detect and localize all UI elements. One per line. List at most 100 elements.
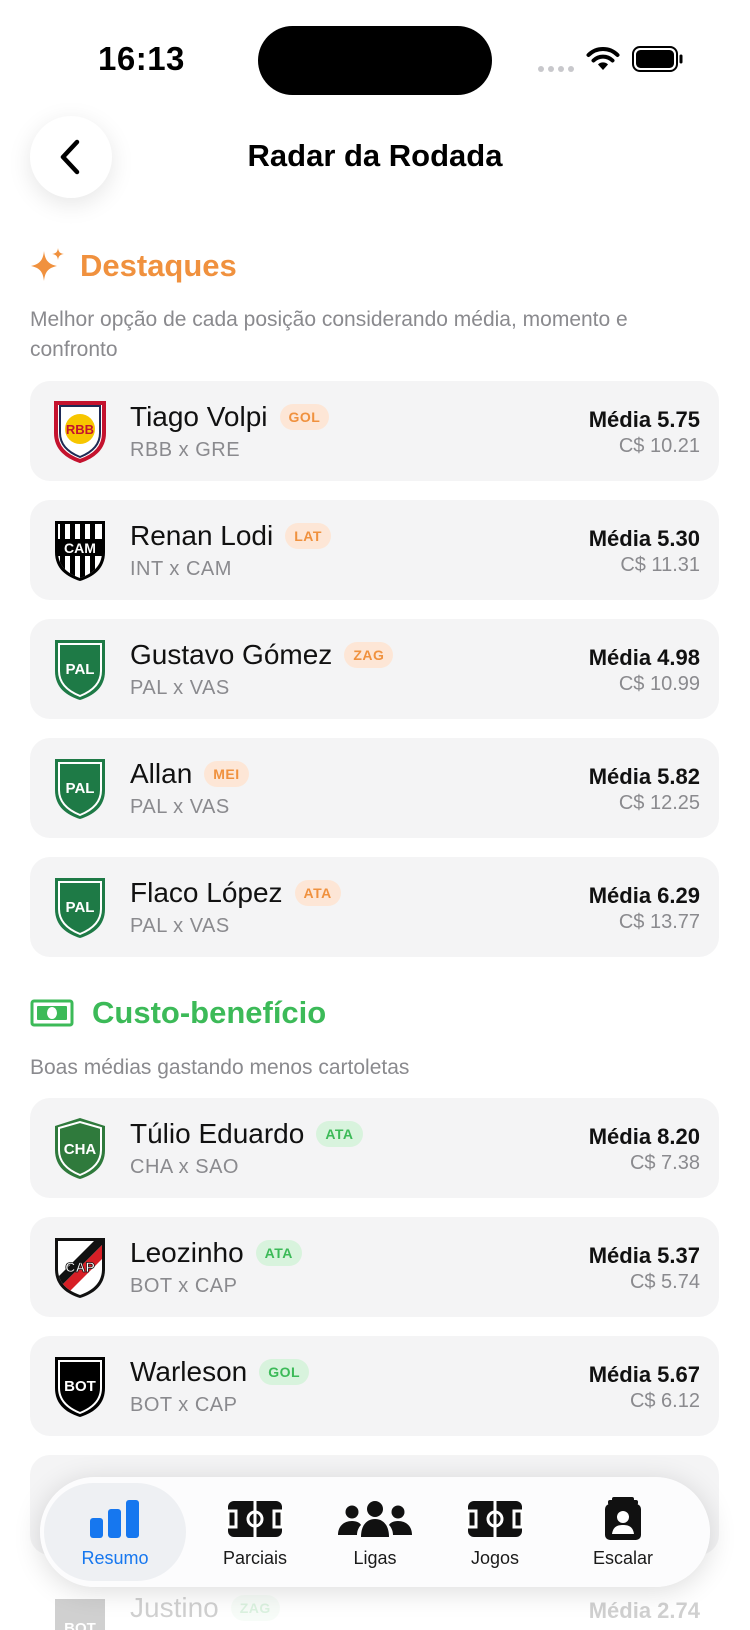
dynamic-island — [258, 26, 492, 95]
position-badge: GOL — [279, 404, 330, 430]
player-card[interactable]: CAP Leozinho ATA BOT x CAP Média 5.37 C$… — [30, 1217, 719, 1317]
field-icon — [226, 1500, 284, 1537]
player-name: Justino — [130, 1592, 219, 1623]
battery-icon — [632, 46, 683, 72]
svg-text:PAL: PAL — [66, 780, 95, 797]
wifi-icon — [586, 47, 620, 70]
team-crest-cap: CAP — [55, 1238, 105, 1298]
player-media: Média 5.67 — [588, 1362, 700, 1387]
tab-resumo[interactable]: Resumo — [44, 1483, 186, 1581]
custo-header: Custo-benefício — [30, 995, 326, 1031]
svg-text:CAM: CAM — [64, 540, 96, 556]
svg-text:RBB: RBB — [66, 422, 94, 437]
player-name: Gustavo Gómez — [130, 639, 333, 670]
player-name: Allan — [130, 758, 193, 789]
player-price: C$ 10.21 — [618, 435, 700, 457]
player-media: Média 8.20 — [588, 1124, 700, 1149]
team-crest-cam: CAM — [55, 521, 105, 581]
player-media: Média 5.82 — [588, 764, 700, 789]
match-label: BOT x CAP — [130, 1275, 238, 1297]
player-price: C$ 10.99 — [618, 673, 700, 695]
match-label: RBB x GRE — [130, 439, 241, 461]
player-name: Leozinho — [130, 1237, 244, 1268]
tab-label: Parciais — [222, 1547, 288, 1568]
player-card[interactable]: RBB Tiago Volpi GOL RBB x GRE Média 5.75… — [30, 381, 719, 481]
tab-parciais[interactable]: Parciais — [195, 1477, 315, 1587]
tab-ligas[interactable]: Ligas — [315, 1477, 435, 1587]
position-badge: ATA — [255, 1240, 302, 1266]
destaques-header: Destaques — [30, 246, 237, 286]
player-media: Média 5.37 — [588, 1243, 700, 1268]
match-label: INT x CAM — [130, 558, 232, 580]
match-label: PAL x VAS — [130, 677, 230, 699]
status-bar: 16:13 — [0, 0, 750, 110]
team-crest-pal: PAL — [55, 878, 105, 938]
player-card-icon — [605, 1496, 641, 1540]
people-icon — [338, 1500, 412, 1537]
tab-bar: Resumo Parciais Ligas Jogos Escalar — [40, 1477, 710, 1587]
player-name: Flaco López — [130, 877, 283, 908]
position-badge: ATA — [316, 1121, 363, 1147]
position-badge: ATA — [294, 880, 341, 906]
tab-jogos[interactable]: Jogos — [435, 1477, 555, 1587]
money-bill-icon — [30, 999, 74, 1027]
match-label: PAL x VAS — [130, 796, 230, 818]
player-card[interactable]: CAM Renan Lodi LAT INT x CAM Média 5.30 … — [30, 500, 719, 600]
player-media: Média 2.74 — [588, 1598, 700, 1623]
team-crest-cha: CHA — [55, 1118, 105, 1179]
team-crest-bot: BOT — [55, 1599, 105, 1630]
match-label: CHA x SAO — [130, 1156, 239, 1178]
player-price: C$ 5.74 — [629, 1271, 700, 1293]
tab-label: Ligas — [353, 1547, 397, 1568]
team-crest-pal: PAL — [55, 640, 105, 700]
player-media: Média 4.98 — [588, 645, 700, 670]
custo-title: Custo-benefício — [92, 995, 327, 1030]
player-name: Renan Lodi — [130, 520, 274, 551]
destaques-description: Melhor opção de cada posição considerand… — [30, 308, 628, 361]
player-card[interactable]: CHA Túlio Eduardo ATA CHA x SAO Média 8.… — [30, 1098, 719, 1198]
player-price: C$ 11.31 — [620, 554, 700, 576]
player-price: C$ 7.38 — [629, 1152, 700, 1174]
player-name: Túlio Eduardo — [130, 1118, 305, 1149]
team-crest-rbb: RBB — [54, 401, 106, 463]
svg-text:CAP: CAP — [65, 1259, 95, 1275]
tab-escalar[interactable]: Escalar — [563, 1477, 683, 1587]
player-media: Média 6.29 — [588, 883, 700, 908]
team-crest-pal: PAL — [55, 759, 105, 819]
player-name: Warleson — [130, 1356, 248, 1387]
player-price: C$ 12.25 — [618, 792, 700, 814]
tab-label: Resumo — [81, 1547, 149, 1568]
svg-text:BOT: BOT — [64, 1378, 96, 1395]
player-card[interactable]: PAL Flaco López ATA PAL x VAS Média 6.29… — [30, 857, 719, 957]
custo-description: Boas médias gastando menos cartoletas — [30, 1056, 410, 1079]
player-price: C$ 13.77 — [618, 911, 700, 933]
position-badge: ZAG — [344, 642, 394, 668]
sparkle-icon — [31, 248, 64, 281]
destaques-title: Destaques — [80, 248, 237, 283]
team-crest-bot: BOT — [55, 1357, 105, 1417]
cellular-signal-icon — [538, 66, 574, 72]
tab-label: Jogos — [470, 1547, 520, 1568]
status-time: 16:13 — [98, 40, 185, 77]
player-media: Média 5.75 — [588, 407, 700, 432]
player-media: Média 5.30 — [588, 526, 700, 551]
position-badge: LAT — [285, 523, 331, 549]
tab-label: Escalar — [592, 1547, 654, 1568]
svg-text:PAL: PAL — [66, 661, 95, 678]
bar-chart-icon — [90, 1499, 139, 1538]
position-badge: ZAG — [230, 1595, 280, 1621]
player-card[interactable]: PAL Allan MEI PAL x VAS Média 5.82 C$ 12… — [30, 738, 719, 838]
player-name: Tiago Volpi — [130, 401, 268, 432]
match-label: PAL x VAS — [130, 915, 230, 937]
position-badge: GOL — [259, 1359, 310, 1385]
svg-text:CHA: CHA — [64, 1141, 97, 1158]
player-card[interactable]: BOT Warleson GOL BOT x CAP Média 5.67 C$… — [30, 1336, 719, 1436]
player-card[interactable]: PAL Gustavo Gómez ZAG PAL x VAS Média 4.… — [30, 619, 719, 719]
position-badge: MEI — [204, 761, 249, 787]
field-icon — [466, 1500, 524, 1537]
faded-player-row: BOT Justino ZAG Média 2.74 — [30, 1592, 719, 1630]
match-label: BOT x CAP — [130, 1394, 238, 1416]
page-title: Radar da Rodada — [247, 138, 503, 173]
player-price: C$ 6.12 — [629, 1390, 700, 1412]
svg-text:BOT: BOT — [64, 1620, 96, 1630]
